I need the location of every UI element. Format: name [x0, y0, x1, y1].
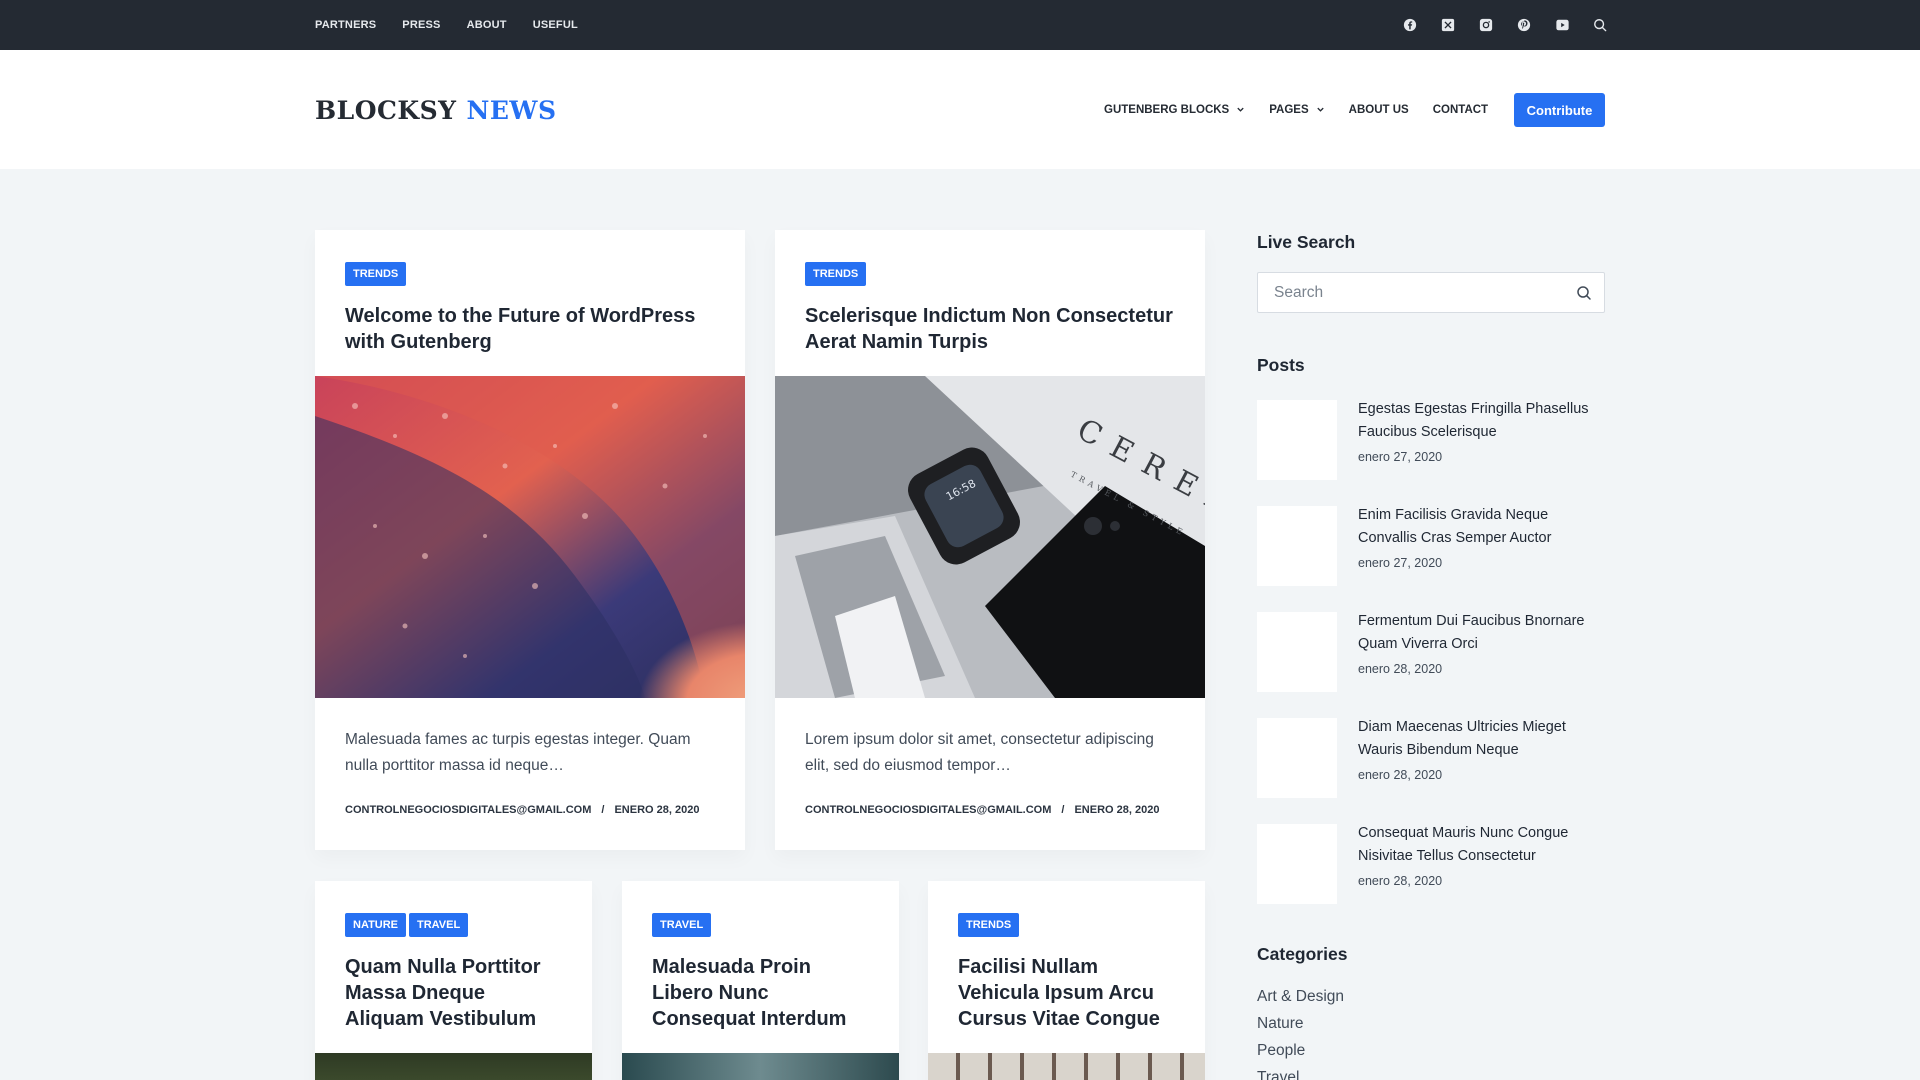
nav-item-label: CONTACT	[1432, 103, 1489, 116]
post-image-abstract-paint[interactable]	[315, 376, 745, 698]
post-thumbnail[interactable]	[1257, 718, 1337, 798]
nav-item-pages[interactable]: PAGES	[1269, 104, 1324, 116]
post-image-shelves[interactable]	[928, 1053, 1205, 1080]
search-icon[interactable]	[1576, 285, 1592, 301]
post-tags: NATURE TRAVEL	[345, 913, 471, 937]
post-title[interactable]: Facilisi Nullam Vehicula Ipsum Arcu Curs…	[958, 954, 1175, 1032]
pinterest-icon[interactable]	[1516, 17, 1532, 33]
top-link-partners[interactable]: PARTNERS	[315, 19, 376, 31]
post-image-waterfall[interactable]	[622, 1053, 899, 1080]
tag-trends[interactable]: TRENDS	[345, 262, 407, 286]
post-card: TRENDS Welcome to the Future of WordPres…	[315, 230, 745, 850]
recent-post-date: enero 28, 2020	[1358, 768, 1443, 782]
post-title[interactable]: Scelerisque Indictum Non Consectetur Aer…	[805, 303, 1175, 355]
category-link[interactable]: People	[1257, 1037, 1344, 1064]
post-card: NATURE TRAVEL Quam Nulla Porttitor Massa…	[315, 881, 592, 1080]
recent-post: Enim Facilisis Gravida Neque Convallis C…	[1358, 504, 1608, 570]
post-tags: TRENDS	[805, 262, 869, 286]
post-card: TRENDS Scelerisque Indictum Non Consecte…	[775, 230, 1205, 850]
post-image-forest[interactable]	[315, 1053, 592, 1080]
post-meta: CONTROLNEGOCIOSDIGITALES@GMAIL.COM / ENE…	[805, 804, 1159, 816]
search-input[interactable]	[1274, 273, 1554, 312]
post-thumbnail[interactable]	[1257, 824, 1337, 904]
post-meta: CONTROLNEGOCIOSDIGITALES@GMAIL.COM / ENE…	[345, 804, 699, 816]
nav-item-contact[interactable]: CONTACT	[1433, 104, 1488, 116]
post-image-watch-phone[interactable]: 16:58 CEREA TRAVEL & STYLE	[775, 376, 1205, 698]
site-header: BLOCKSY NEWS GUTENBERG BLOCKS PAGES ABOUT…	[0, 50, 1920, 169]
logo-part1: BLOCKSY	[315, 96, 457, 125]
post-title[interactable]: Quam Nulla Porttitor Massa Dneque Aliqua…	[345, 954, 562, 1032]
top-link-useful[interactable]: USEFUL	[533, 19, 578, 31]
nav-item-label: GUTENBERG BLOCKS	[1104, 103, 1230, 116]
site-logo[interactable]: BLOCKSY NEWS	[315, 96, 557, 125]
youtube-icon[interactable]	[1554, 17, 1570, 33]
post-card: TRENDS Facilisi Nullam Vehicula Ipsum Ar…	[928, 881, 1205, 1080]
post-tags: TRENDS	[345, 262, 409, 286]
tag-travel[interactable]: TRAVEL	[652, 913, 712, 937]
post-tags: TRENDS	[958, 913, 1022, 937]
recent-post-title[interactable]: Consequat Mauris Nunc Congue Nisivitae T…	[1358, 822, 1608, 868]
nav-item-label: ABOUT US	[1348, 103, 1409, 116]
top-link-about[interactable]: ABOUT	[467, 19, 507, 31]
category-link[interactable]: Nature	[1257, 1010, 1344, 1037]
recent-post-title[interactable]: Enim Facilisis Gravida Neque Convallis C…	[1358, 504, 1608, 550]
recent-post: Consequat Mauris Nunc Congue Nisivitae T…	[1358, 822, 1608, 888]
top-link-press[interactable]: PRESS	[402, 19, 440, 31]
nav-item-label: PAGES	[1269, 103, 1309, 116]
post-excerpt: Malesuada fames ac turpis egestas intege…	[345, 731, 691, 774]
post-author[interactable]: CONTROLNEGOCIOSDIGITALES@GMAIL.COM	[805, 804, 1051, 816]
top-bar: PARTNERS PRESS ABOUT USEFUL	[0, 0, 1920, 50]
meta-separator: /	[601, 804, 605, 816]
x-twitter-icon[interactable]	[1440, 17, 1456, 33]
chevron-down-icon	[1237, 107, 1244, 112]
tag-trends[interactable]: TRENDS	[805, 262, 867, 286]
post-author[interactable]: CONTROLNEGOCIOSDIGITALES@GMAIL.COM	[345, 804, 591, 816]
post-tags: TRAVEL	[652, 913, 714, 937]
category-link[interactable]: Art & Design	[1257, 983, 1344, 1010]
top-links: PARTNERS PRESS ABOUT USEFUL	[315, 0, 578, 50]
post-thumbnail[interactable]	[1257, 506, 1337, 586]
social-links	[1402, 0, 1608, 50]
tag-travel[interactable]: TRAVEL	[409, 913, 469, 937]
recent-post-date: enero 27, 2020	[1358, 450, 1443, 464]
post-title[interactable]: Malesuada Proin Libero Nunc Consequat In…	[652, 954, 869, 1032]
recent-post-date: enero 28, 2020	[1358, 662, 1443, 676]
recent-post-title[interactable]: Diam Maecenas Ultricies Mieget Wauris Bi…	[1358, 716, 1608, 762]
recent-post: Diam Maecenas Ultricies Mieget Wauris Bi…	[1358, 716, 1608, 782]
categories-list: Art & Design Nature People Travel	[1257, 983, 1344, 1080]
search-icon[interactable]	[1592, 17, 1608, 33]
category-link[interactable]: Travel	[1257, 1064, 1344, 1080]
post-thumbnail[interactable]	[1257, 612, 1337, 692]
contribute-button[interactable]: Contribute	[1514, 93, 1605, 127]
post-card: TRAVEL Malesuada Proin Libero Nunc Conse…	[622, 881, 899, 1080]
posts-widget-title: Posts	[1257, 355, 1305, 375]
tag-trends[interactable]: TRENDS	[958, 913, 1020, 937]
post-date: ENERO 28, 2020	[614, 804, 700, 816]
categories-title: Categories	[1257, 944, 1348, 964]
post-title[interactable]: Welcome to the Future of WordPress with …	[345, 303, 715, 355]
nav-item-gutenberg-blocks[interactable]: GUTENBERG BLOCKS	[1104, 104, 1245, 116]
recent-post: Fermentum Dui Faucibus Bnornare Quam Viv…	[1358, 610, 1608, 676]
facebook-icon[interactable]	[1402, 17, 1418, 33]
tag-nature[interactable]: NATURE	[345, 913, 407, 937]
recent-post-date: enero 27, 2020	[1358, 556, 1443, 570]
post-excerpt: Lorem ipsum dolor sit amet, consectetur …	[805, 731, 1154, 774]
logo-part2: NEWS	[466, 96, 557, 125]
post-thumbnail[interactable]	[1257, 400, 1337, 480]
post-date: ENERO 28, 2020	[1074, 804, 1160, 816]
recent-post-title[interactable]: Fermentum Dui Faucibus Bnornare Quam Viv…	[1358, 610, 1608, 656]
recent-post: Egestas Egestas Fringilla Phasellus Fauc…	[1358, 398, 1608, 464]
recent-post-date: enero 28, 2020	[1358, 874, 1443, 888]
live-search-box	[1257, 272, 1605, 313]
instagram-icon[interactable]	[1478, 17, 1494, 33]
main-nav: GUTENBERG BLOCKS PAGES ABOUT US CONTACT	[1104, 50, 1488, 169]
chevron-down-icon	[1316, 107, 1324, 112]
live-search-title: Live Search	[1257, 232, 1356, 252]
recent-post-title[interactable]: Egestas Egestas Fringilla Phasellus Fauc…	[1358, 398, 1608, 444]
meta-separator: /	[1061, 804, 1065, 816]
nav-item-about-us[interactable]: ABOUT US	[1349, 104, 1409, 116]
